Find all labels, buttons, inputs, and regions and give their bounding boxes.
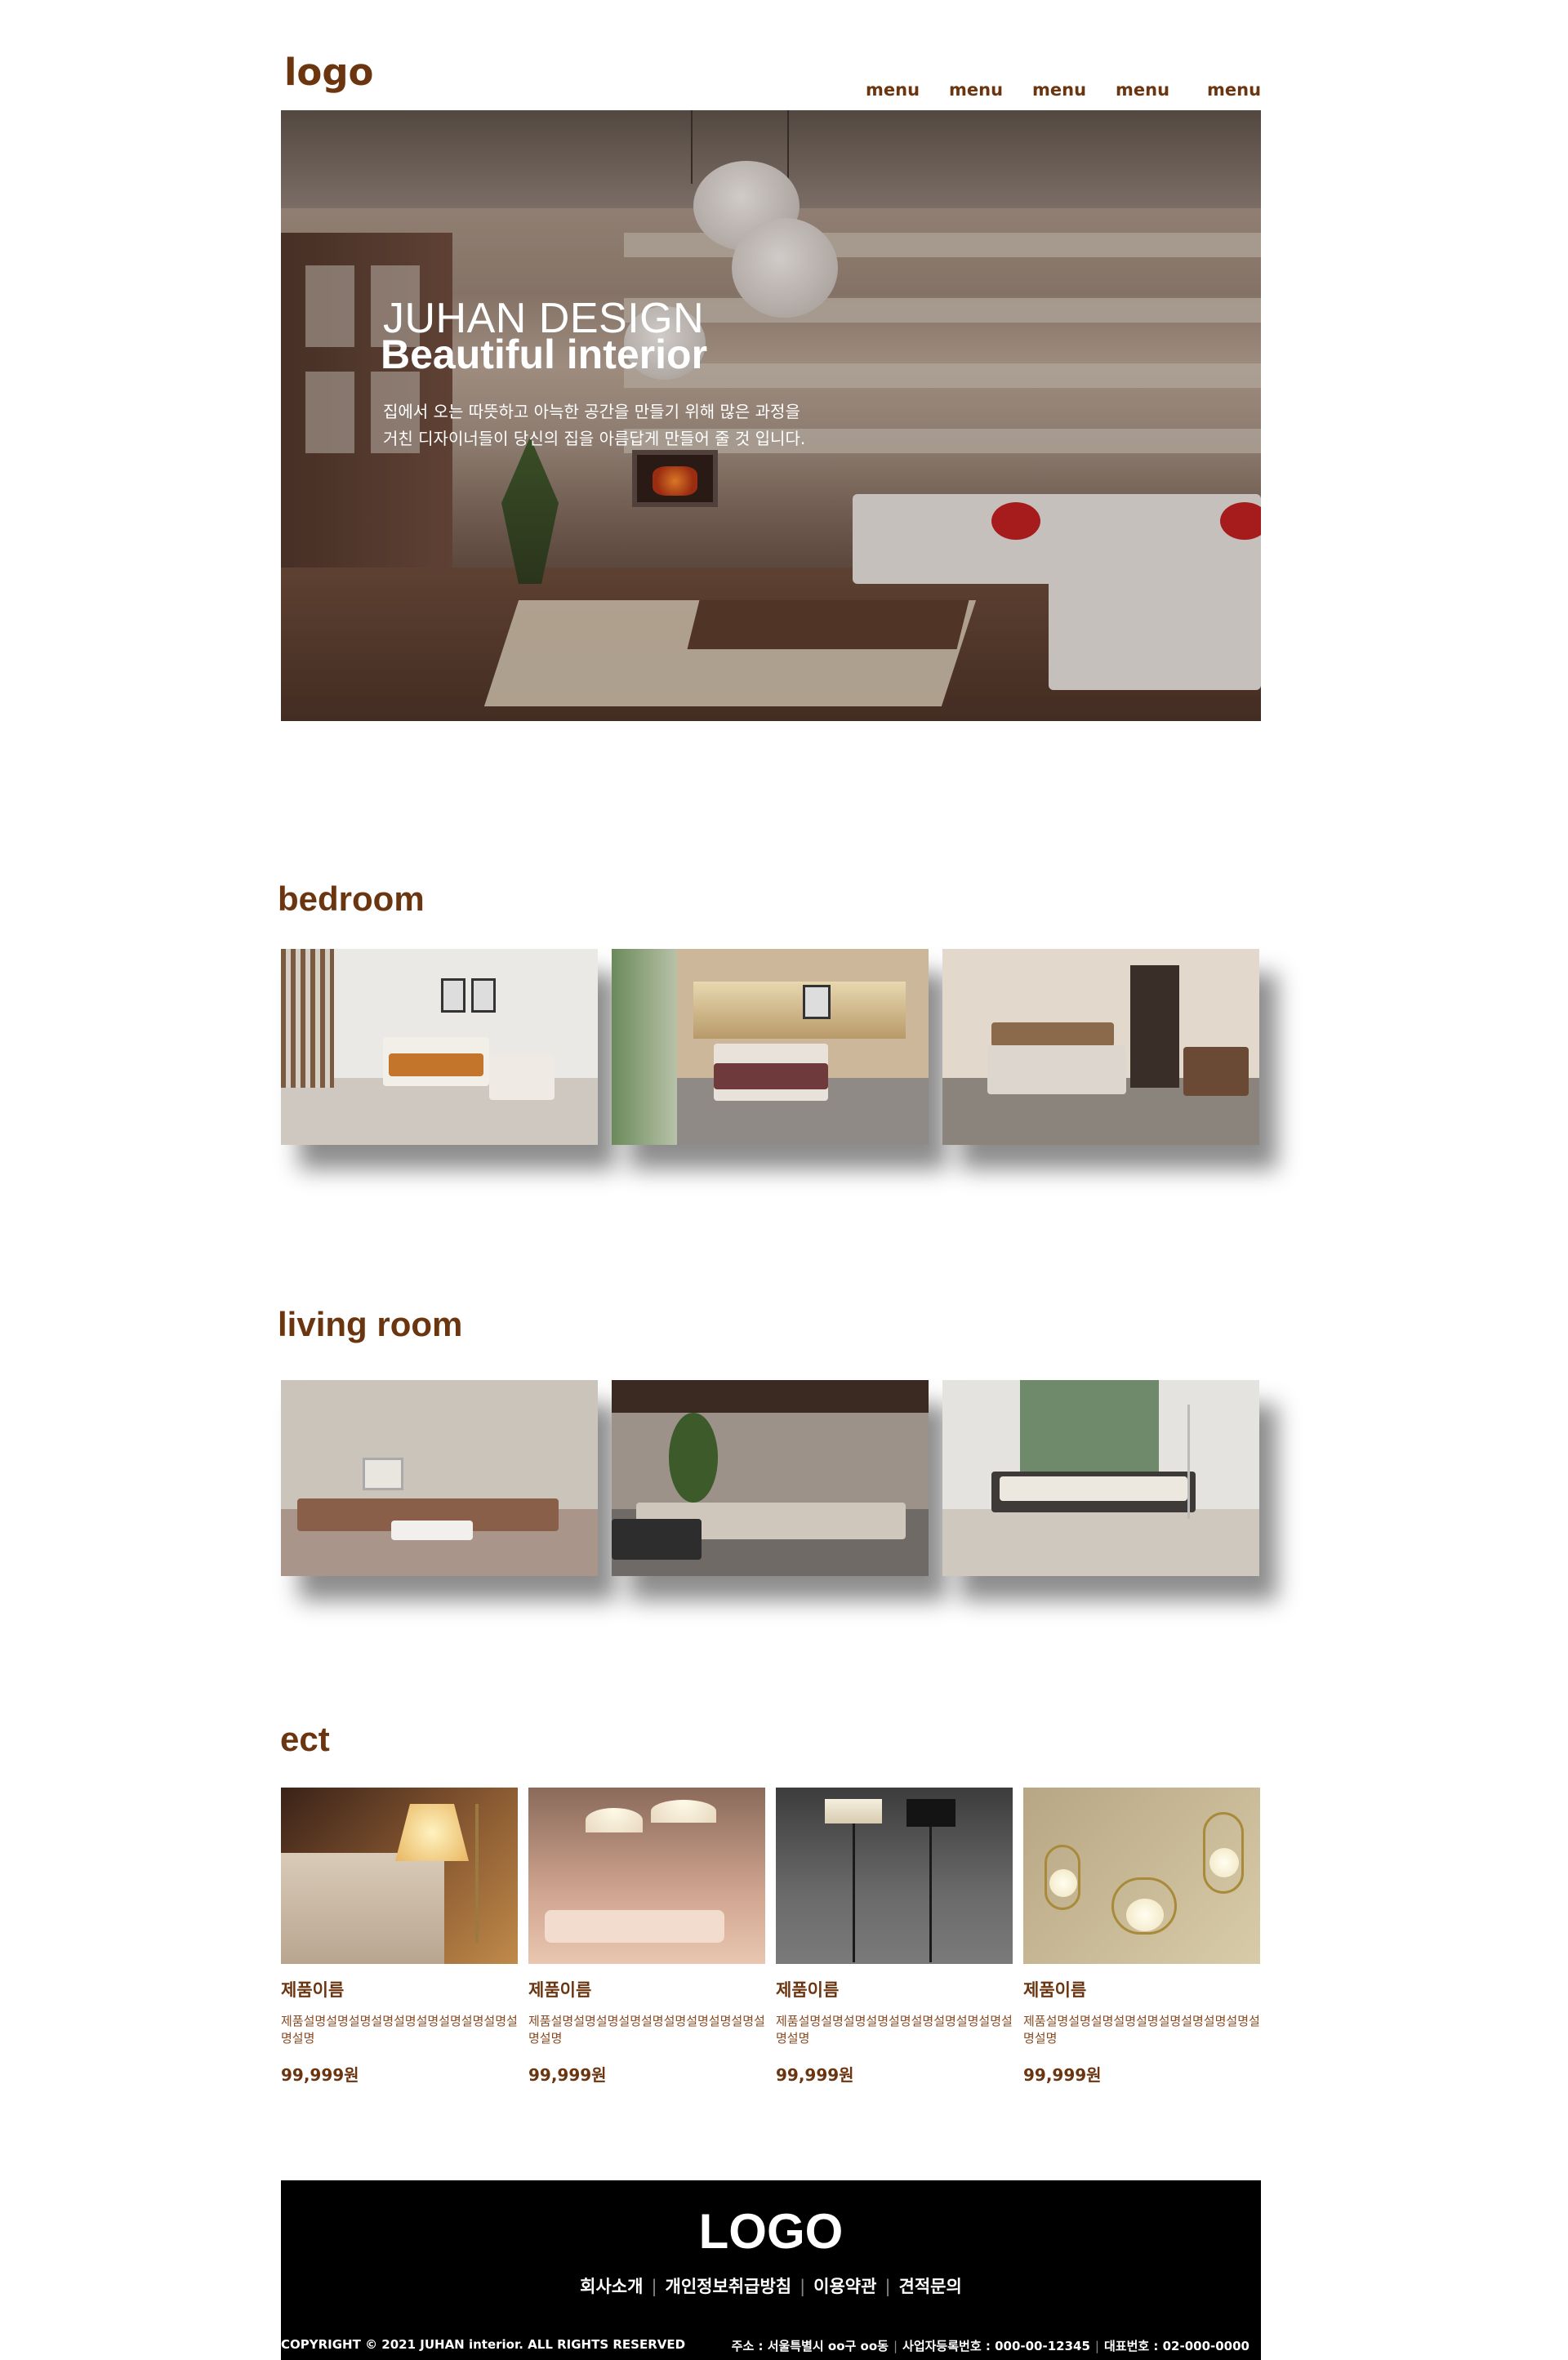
nav-menu-4[interactable]: menu xyxy=(1116,80,1169,100)
product-price: 99,999원 xyxy=(528,2065,607,2085)
footer-company-info: 주소 : 서울특별시 oo구 oo동 | 사업자등록번호 : 000-00-1234… xyxy=(731,2339,1250,2353)
product-description: 제품설명설명설명설명설명설명설명설명설명설명설명 xyxy=(776,2014,1013,2046)
hero-desc-line: 집에서 오는 따뜻하고 아늑한 공간을 만들기 위해 많은 과정을 xyxy=(383,402,800,421)
site-footer: LOGO 회사소개 | 개인정보취급방침 | 이용약관 | 견적문의 COPYRIGHT ©… xyxy=(281,2180,1261,2360)
section-title-products: ect xyxy=(280,1720,330,1758)
main-nav: menu menu menu menu menu xyxy=(0,80,1568,105)
nav-menu-2[interactable]: menu xyxy=(949,80,1003,100)
section-title-bedroom: bedroom xyxy=(278,879,425,918)
footer-copyright: COPYRIGHT © 2021 JUHAN interior. ALL RIG… xyxy=(281,2337,686,2352)
nav-menu-5[interactable]: menu xyxy=(1207,80,1261,100)
product-card-2[interactable]: 제품이름 제품설명설명설명설명설명설명설명설명설명설명설명 99,999원 xyxy=(528,1788,765,2086)
product-price: 99,999원 xyxy=(281,2065,359,2085)
bedroom-image-2[interactable] xyxy=(612,949,929,1145)
product-name: 제품이름 xyxy=(776,1980,840,2000)
hero-description: 집에서 오는 따뜻하고 아늑한 공간을 만들기 위해 많은 과정을 거친 디자이… xyxy=(383,399,955,452)
product-price: 99,999원 xyxy=(776,2065,854,2085)
hero-title: Beautiful interior xyxy=(381,332,708,377)
bedroom-image-1[interactable] xyxy=(281,949,598,1145)
nav-menu-3[interactable]: menu xyxy=(1032,80,1086,100)
product-card-3[interactable]: 제품이름 제품설명설명설명설명설명설명설명설명설명설명설명 99,999원 xyxy=(776,1788,1013,2086)
product-card-1[interactable]: 제품이름 제품설명설명설명설명설명설명설명설명설명설명설명 99,999원 xyxy=(281,1788,518,2086)
living-room-image-1[interactable] xyxy=(281,1380,598,1576)
product-name: 제품이름 xyxy=(281,1980,345,2000)
footer-link-terms[interactable]: 이용약관 xyxy=(813,2277,876,2296)
footer-logo[interactable]: LOGO xyxy=(281,2203,1261,2260)
product-price: 99,999원 xyxy=(1023,2065,1102,2085)
product-description: 제품설명설명설명설명설명설명설명설명설명설명설명 xyxy=(281,2014,518,2046)
product-name: 제품이름 xyxy=(1023,1980,1087,2000)
product-image xyxy=(776,1788,1013,1964)
product-image xyxy=(528,1788,765,1964)
product-name: 제품이름 xyxy=(528,1980,592,2000)
footer-business-number: 사업자등록번호 : 000-00-12345 xyxy=(902,2339,1090,2353)
section-title-living-room: living room xyxy=(278,1305,463,1343)
living-room-image-2[interactable] xyxy=(612,1380,929,1576)
product-image xyxy=(1023,1788,1260,1964)
footer-link-privacy[interactable]: 개인정보취급방침 xyxy=(666,2277,792,2296)
product-description: 제품설명설명설명설명설명설명설명설명설명설명설명 xyxy=(528,2014,765,2046)
footer-address: 주소 : 서울특별시 oo구 oo동 xyxy=(731,2339,889,2353)
product-image xyxy=(281,1788,518,1964)
bedroom-image-3[interactable] xyxy=(942,949,1259,1145)
footer-link-company[interactable]: 회사소개 xyxy=(580,2277,643,2296)
nav-menu-1[interactable]: menu xyxy=(866,80,920,100)
footer-links: 회사소개 | 개인정보취급방침 | 이용약관 | 견적문의 xyxy=(580,2277,962,2296)
living-room-image-3[interactable] xyxy=(942,1380,1259,1576)
hero-desc-line: 거친 디자이너들이 당신의 집을 아름답게 만들어 줄 것 입니다. xyxy=(383,429,806,448)
footer-link-estimate[interactable]: 견적문의 xyxy=(899,2277,962,2296)
footer-phone: 대표번호 : 02-000-0000 xyxy=(1103,2339,1250,2353)
product-description: 제품설명설명설명설명설명설명설명설명설명설명설명 xyxy=(1023,2014,1260,2046)
product-card-4[interactable]: 제품이름 제품설명설명설명설명설명설명설명설명설명설명설명 99,999원 xyxy=(1023,1788,1260,2086)
